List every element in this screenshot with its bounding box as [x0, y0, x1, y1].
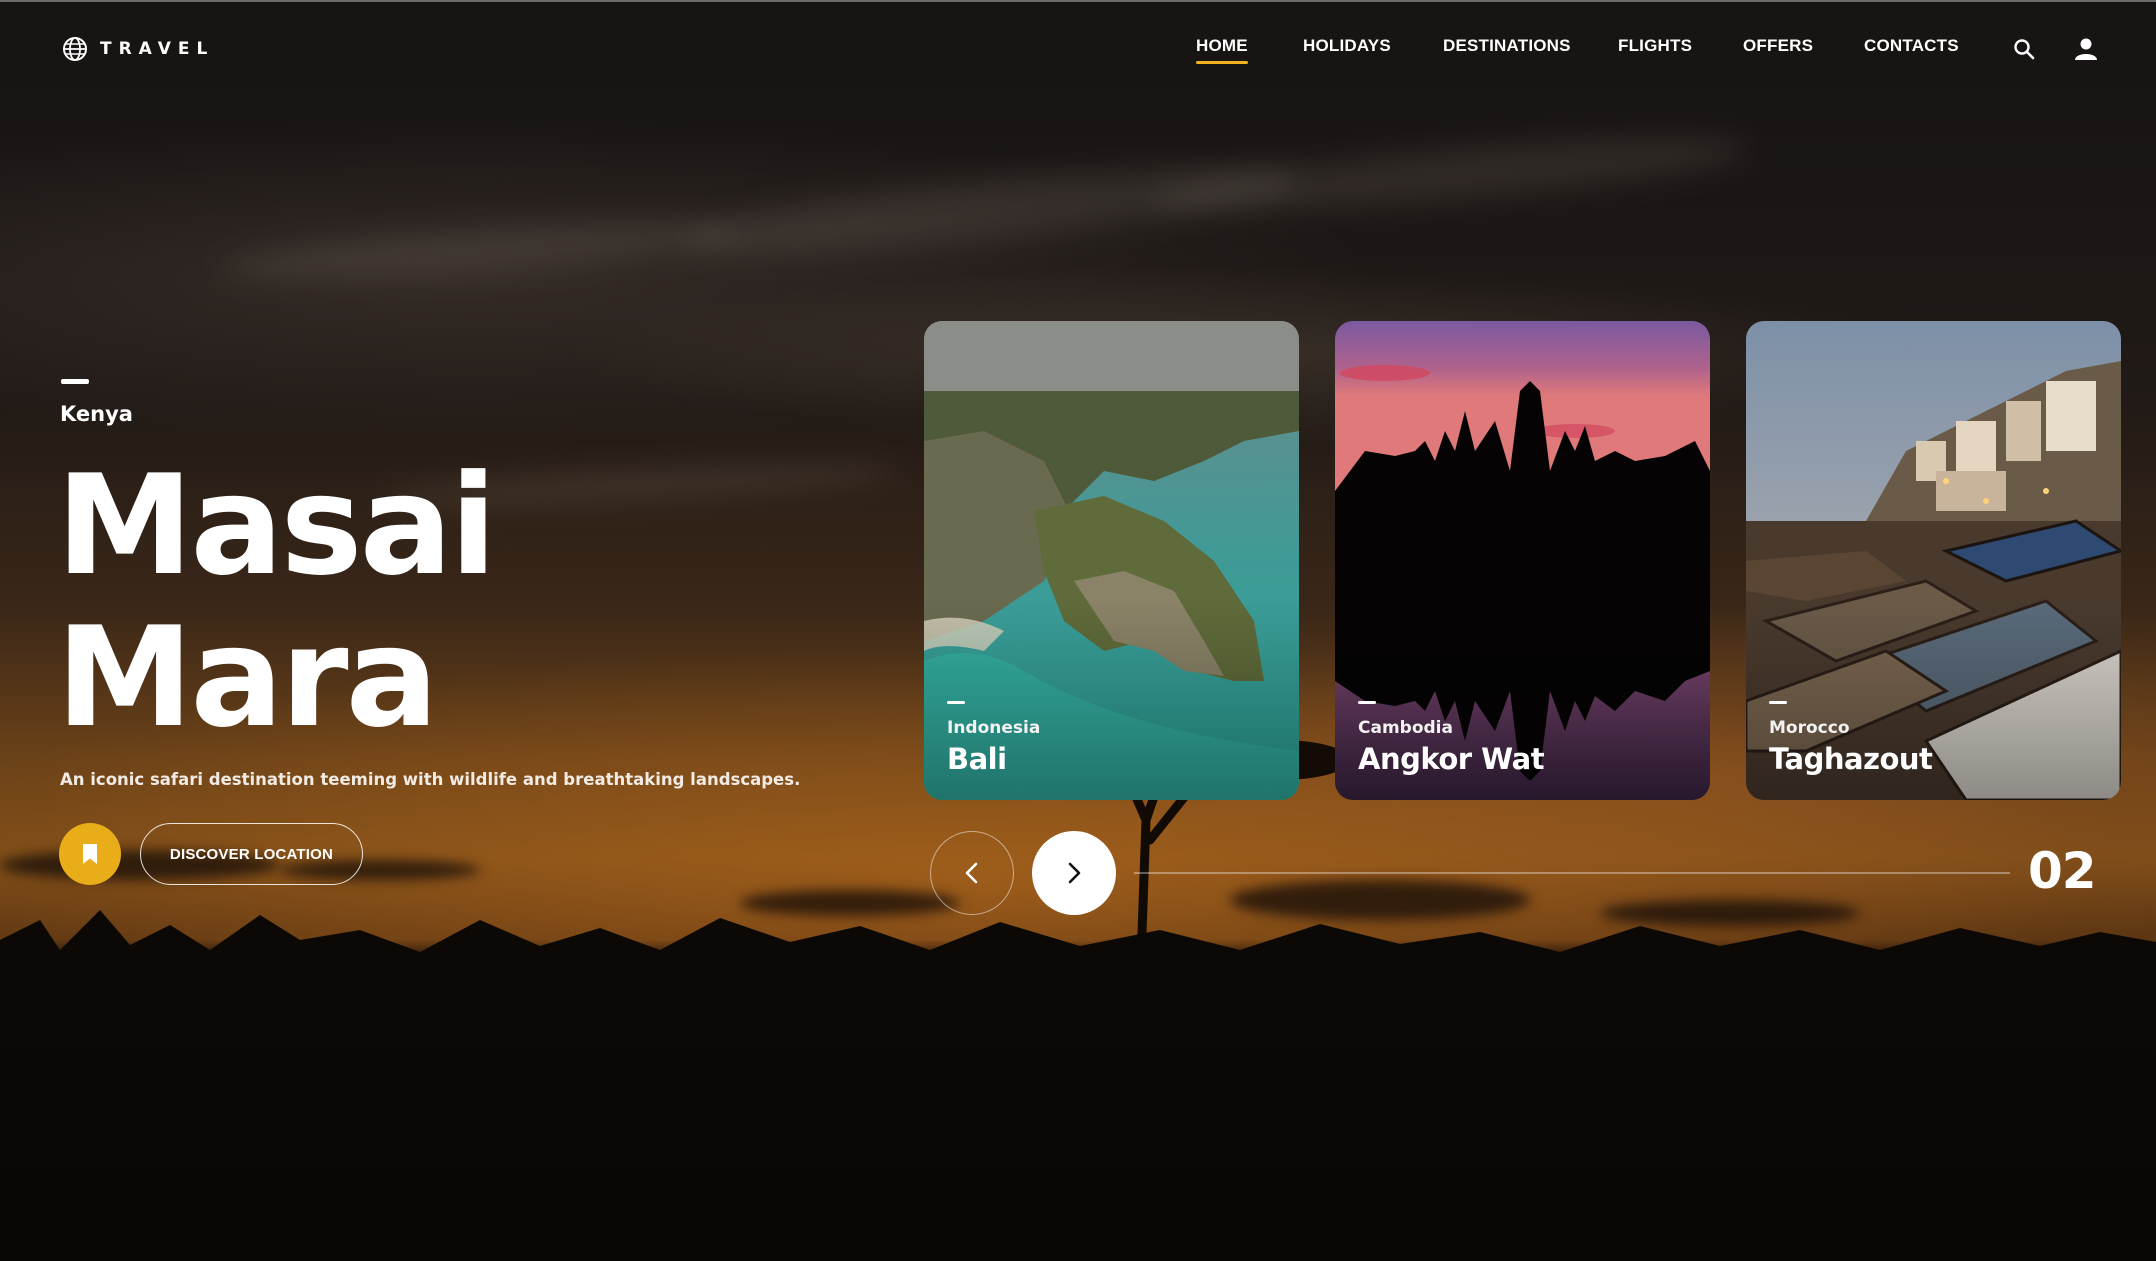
- brand-logo[interactable]: TRAVEL: [62, 36, 214, 62]
- chevron-right-icon: [1068, 862, 1081, 884]
- slide-progress-bar: [1134, 872, 2010, 874]
- card-dash: [1769, 701, 1787, 704]
- card-dash: [1358, 701, 1376, 704]
- hero-dash: [61, 379, 89, 384]
- hero-title-line1: Masai: [56, 445, 497, 606]
- slide-number: 02: [2028, 842, 2097, 900]
- discover-location-button[interactable]: DISCOVER LOCATION: [140, 823, 363, 885]
- hero-title-line2: Mara: [56, 597, 439, 758]
- chevron-left-icon: [965, 862, 978, 884]
- brand-name: TRAVEL: [100, 39, 215, 59]
- next-slide-button[interactable]: [1032, 831, 1116, 915]
- bookmark-icon: [83, 844, 97, 864]
- nav-destinations[interactable]: DESTINATIONS: [1443, 36, 1571, 64]
- nav-offers[interactable]: OFFERS: [1743, 36, 1813, 64]
- search-icon[interactable]: [2011, 36, 2037, 62]
- card-title: Angkor Wat: [1358, 742, 1545, 776]
- nav-contacts[interactable]: CONTACTS: [1864, 36, 1959, 64]
- destination-card-angkor-wat[interactable]: Cambodia Angkor Wat: [1335, 321, 1710, 800]
- nav-holidays[interactable]: HOLIDAYS: [1303, 36, 1391, 64]
- globe-icon: [63, 37, 87, 61]
- card-country: Cambodia: [1358, 718, 1453, 738]
- bookmark-button[interactable]: [59, 823, 121, 885]
- hero-country: Kenya: [60, 402, 133, 426]
- nav-home[interactable]: HOME: [1196, 36, 1248, 64]
- user-icon[interactable]: [2073, 36, 2099, 62]
- hero-description: An iconic safari destination teeming wit…: [60, 770, 801, 789]
- card-title: Bali: [947, 742, 1007, 776]
- card-title: Taghazout: [1769, 742, 1933, 776]
- card-country: Indonesia: [947, 718, 1041, 738]
- card-dash: [947, 701, 965, 704]
- hero-title: Masai Mara: [56, 450, 756, 754]
- card-country: Morocco: [1769, 718, 1850, 738]
- nav-flights[interactable]: FLIGHTS: [1618, 36, 1692, 64]
- destination-card-bali[interactable]: Indonesia Bali: [924, 321, 1299, 800]
- prev-slide-button[interactable]: [930, 831, 1014, 915]
- destination-card-taghazout[interactable]: Morocco Taghazout: [1746, 321, 2121, 800]
- window-top-border: [0, 0, 2156, 2]
